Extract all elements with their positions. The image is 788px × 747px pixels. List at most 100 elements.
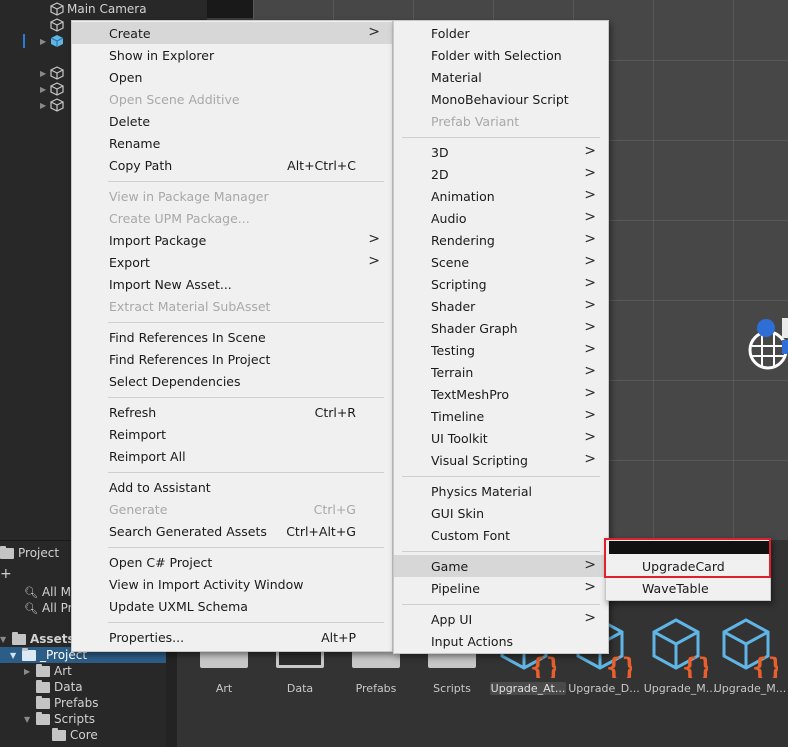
menu-item-create[interactable]: Create >: [72, 22, 392, 44]
menu-item-timeline[interactable]: Timeline >: [394, 405, 608, 427]
folder-icon: [36, 711, 50, 725]
menu-item-custom-font[interactable]: Custom Font: [394, 524, 608, 546]
tree-item-core[interactable]: Core: [52, 727, 98, 743]
menu-item-2d[interactable]: 2D >: [394, 163, 608, 185]
menu-item-find-references-in-project[interactable]: Find References In Project: [72, 348, 392, 370]
menu-item-show-in-explorer[interactable]: Show in Explorer: [72, 44, 392, 66]
hierarchy-item[interactable]: ▶: [40, 33, 67, 49]
menu-item-material[interactable]: Material: [394, 66, 608, 88]
menu-item-open-scene-additive: Open Scene Additive: [109, 92, 240, 107]
menu-item-add-to-assistant[interactable]: Add to Assistant: [72, 476, 392, 498]
menu-item-update-uxml-schema[interactable]: Update UXML Schema: [72, 595, 392, 617]
menu-item-find-references-in-scene[interactable]: Find References In Scene: [72, 326, 392, 348]
svg-text:{}: {}: [682, 653, 708, 678]
menu-item-reimport[interactable]: Reimport: [72, 423, 392, 445]
hierarchy-item[interactable]: ▶: [40, 65, 67, 81]
tree-item-data[interactable]: Data: [36, 679, 83, 695]
menu-item-delete[interactable]: Delete: [72, 110, 392, 132]
menu-item-view-in-import-activity-window[interactable]: View in Import Activity Window: [72, 573, 392, 595]
menu-item-reimport-all[interactable]: Reimport All: [72, 445, 392, 467]
menu-item-scene[interactable]: Scene >: [394, 251, 608, 273]
menu-item-physics-material[interactable]: Physics Material: [394, 480, 608, 502]
gameobject-icon: [50, 66, 64, 80]
tree-item-assets[interactable]: ▼ Assets: [0, 631, 75, 647]
menu-item-visual-scripting[interactable]: Visual Scripting >: [394, 449, 608, 471]
svg-text:{}: {}: [530, 653, 556, 678]
menu-item-view-in-package-manager: View in Package Manager: [109, 189, 269, 204]
menu-item-create-upm-package: Create UPM Package...: [109, 211, 250, 226]
menu-item-copy-path[interactable]: Copy Path Alt+Ctrl+C: [72, 154, 392, 176]
menu-separator: [108, 397, 384, 398]
menu-item-wavetable[interactable]: WaveTable: [606, 577, 770, 599]
expand-arrow-icon[interactable]: ▶: [40, 37, 50, 46]
submenu-arrow-icon: >: [584, 319, 596, 335]
menu-item-folder[interactable]: Folder: [394, 22, 608, 44]
menu-item-animation[interactable]: Animation >: [394, 185, 608, 207]
menu-item-folder-with-selection[interactable]: Folder with Selection: [394, 44, 608, 66]
expand-arrow-icon[interactable]: ▶: [24, 667, 32, 676]
create-plus-button[interactable]: +: [0, 566, 14, 582]
menu-item-search-generated-assets[interactable]: Search Generated Assets Ctrl+Alt+G: [72, 520, 392, 542]
tree-item-prefabs[interactable]: Prefabs: [36, 695, 99, 711]
asset-scriptable-object[interactable]: {} Upgrade_M...: [642, 600, 718, 700]
menu-item-app-ui[interactable]: App UI >: [394, 608, 608, 630]
menu-item-rename[interactable]: Rename: [72, 132, 392, 154]
menu-item-monobehaviour-script[interactable]: MonoBehaviour Script: [394, 88, 608, 110]
hierarchy-item-main-camera[interactable]: Main Camera: [40, 1, 147, 17]
menu-item-open-csharp-project[interactable]: Open C# Project: [72, 551, 392, 573]
expand-arrow-icon[interactable]: ▼: [10, 651, 18, 660]
menu-item-terrain[interactable]: Terrain >: [394, 361, 608, 383]
menu-item-generate: Generate Ctrl+G: [109, 502, 356, 517]
menu-item-input-actions[interactable]: Input Actions: [394, 630, 608, 652]
menu-item-textmeshpro[interactable]: TextMeshPro >: [394, 383, 608, 405]
menu-item-export[interactable]: Export >: [72, 251, 392, 273]
menu-item-scripting[interactable]: Scripting >: [394, 273, 608, 295]
menu-item-open[interactable]: Open: [72, 66, 392, 88]
expand-arrow-icon[interactable]: ▼: [24, 715, 32, 724]
menu-item-game[interactable]: Game >: [394, 555, 608, 577]
menu-item-pipeline[interactable]: Pipeline >: [394, 577, 608, 599]
search-icon: 🔍︎: [24, 585, 38, 599]
tree-item-art[interactable]: ▶ Art: [24, 663, 72, 679]
menu-item-audio[interactable]: Audio >: [394, 207, 608, 229]
menu-item-gui-skin[interactable]: GUI Skin: [394, 502, 608, 524]
menu-item-3d[interactable]: 3D >: [394, 141, 608, 163]
menu-item-rendering[interactable]: Rendering >: [394, 229, 608, 251]
expand-arrow-icon[interactable]: ▶: [40, 85, 50, 94]
menu-item-select-dependencies[interactable]: Select Dependencies: [72, 370, 392, 392]
hierarchy-item[interactable]: [40, 17, 67, 33]
hierarchy-item[interactable]: ▶: [40, 81, 67, 97]
submenu-arrow-icon: >: [584, 297, 596, 313]
menu-item-testing[interactable]: Testing >: [394, 339, 608, 361]
submenu-arrow-icon: >: [584, 610, 596, 626]
expand-arrow-icon[interactable]: ▼: [0, 635, 8, 644]
menu-separator: [402, 137, 600, 138]
submenu-arrow-icon: >: [368, 24, 380, 40]
folder-icon: [36, 663, 50, 677]
expand-arrow-icon[interactable]: ▶: [40, 69, 50, 78]
shortcut-label: Ctrl+R: [314, 405, 356, 420]
asset-scriptable-object[interactable]: {} Upgrade_M...: [712, 600, 788, 700]
menu-separator: [108, 472, 384, 473]
menu-item-ui-toolkit[interactable]: UI Toolkit >: [394, 427, 608, 449]
tree-item-scripts[interactable]: ▼ Scripts: [24, 711, 95, 727]
expand-arrow-icon[interactable]: ▶: [40, 101, 50, 110]
menu-item-import-new-asset[interactable]: Import New Asset...: [72, 273, 392, 295]
menu-item-properties[interactable]: Properties... Alt+P: [72, 626, 392, 648]
menu-item-upgradecard[interactable]: UpgradeCard: [606, 555, 770, 577]
submenu-arrow-icon: >: [584, 143, 596, 159]
scriptable-object-icon: {}: [722, 618, 778, 678]
project-tab[interactable]: Project: [0, 544, 59, 562]
menu-item-shader[interactable]: Shader >: [394, 295, 608, 317]
menu-item-import-package[interactable]: Import Package >: [72, 229, 392, 251]
hierarchy-item[interactable]: ▶: [40, 97, 67, 113]
submenu-arrow-icon: >: [584, 275, 596, 291]
menu-item-refresh[interactable]: Refresh Ctrl+R: [72, 401, 392, 423]
svg-text:{}: {}: [606, 653, 632, 678]
submenu-arrow-icon: >: [584, 165, 596, 181]
menu-item-shader-graph[interactable]: Shader Graph >: [394, 317, 608, 339]
submenu-arrow-icon: >: [584, 231, 596, 247]
scene-object-gizmo-icon[interactable]: [748, 318, 788, 376]
folder-open-icon: [22, 647, 36, 661]
menu-separator: [108, 622, 384, 623]
